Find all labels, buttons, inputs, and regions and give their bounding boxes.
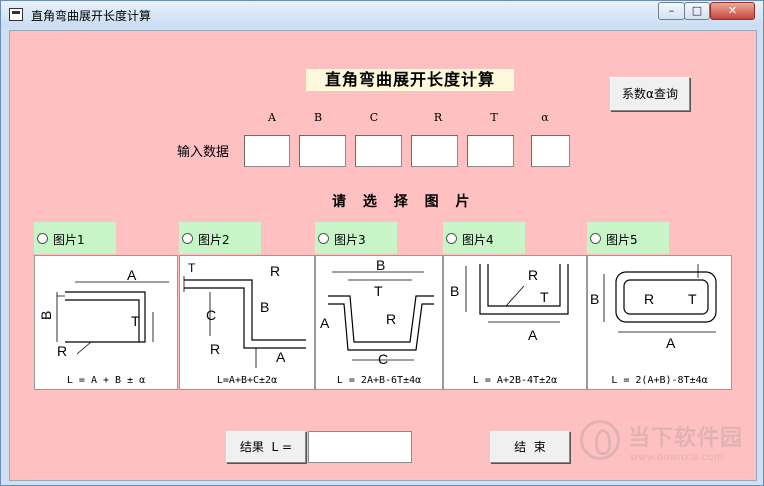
bend-diagram-4-icon: B R T A: [450, 264, 569, 343]
select-picture-heading: 请 选 择 图 片: [332, 194, 476, 210]
column-label-b: B: [313, 111, 323, 124]
bend-diagram-3-icon: B T R C A: [320, 257, 434, 367]
picture-3-diagram[interactable]: B T R C A L = 2A+B-6T±4α: [315, 255, 443, 390]
bend-diagram-1-icon: A B R T: [38, 267, 169, 359]
svg-text:T: T: [188, 261, 196, 275]
svg-text:B: B: [450, 283, 459, 299]
radio-circle-icon: [318, 233, 329, 244]
svg-text:R: R: [528, 267, 538, 283]
picture-5-diagram[interactable]: B R T A L = 2(A+B)-8T±4α: [587, 255, 732, 390]
svg-text:T: T: [131, 313, 140, 329]
svg-text:B: B: [590, 291, 599, 307]
picture-2-diagram[interactable]: R C R A B T L=A+B+C±2α: [179, 255, 315, 390]
window-title: 直角弯曲展开长度计算: [31, 9, 152, 23]
minimize-button[interactable]: –: [658, 2, 685, 20]
input-b[interactable]: [299, 135, 346, 167]
app-icon: [9, 8, 23, 21]
picture-5-formula: L = 2(A+B)-8T±4α: [611, 375, 708, 386]
picture-5-label: 图片5: [606, 233, 638, 247]
page-title: 直角弯曲展开长度计算: [306, 69, 514, 91]
input-r[interactable]: [411, 135, 458, 167]
input-t[interactable]: [467, 135, 514, 167]
column-label-r: R: [433, 111, 443, 124]
column-label-a: A: [268, 111, 276, 124]
picture-1-diagram[interactable]: A B R T L = A + B ± α: [34, 255, 178, 390]
watermark: 当下软件园 www.downxia.com: [580, 416, 750, 476]
radio-circle-icon: [446, 233, 457, 244]
calculate-result-button[interactable]: 结果 L =: [226, 431, 306, 463]
bend-diagram-5-icon: B R T A: [590, 264, 717, 351]
input-alpha[interactable]: [531, 135, 570, 167]
coefficient-query-button[interactable]: 系数α查询: [610, 77, 690, 111]
end-button[interactable]: 结 束: [490, 431, 570, 463]
svg-text:R: R: [386, 311, 396, 327]
input-a[interactable]: [244, 135, 290, 167]
input-c[interactable]: [355, 135, 402, 167]
picture-2-label: 图片2: [198, 233, 230, 247]
picture-1-radio[interactable]: 图片1: [34, 222, 116, 254]
svg-text:T: T: [374, 283, 383, 299]
picture-4-radio[interactable]: 图片4: [443, 222, 525, 254]
picture-2-radio[interactable]: 图片2: [179, 222, 261, 254]
svg-text:B: B: [38, 311, 54, 320]
picture-2-formula: L=A+B+C±2α: [216, 375, 278, 386]
picture-4-diagram[interactable]: B R T A L = A+2B-4T±2α: [443, 255, 587, 390]
close-button[interactable]: ✕: [710, 2, 755, 20]
svg-text:R: R: [644, 291, 654, 307]
picture-1-label: 图片1: [53, 233, 85, 247]
radio-circle-icon: [37, 233, 48, 244]
svg-text:C: C: [206, 307, 216, 323]
column-label-t: T: [490, 111, 498, 124]
svg-text:B: B: [260, 299, 269, 315]
picture-3-label: 图片3: [334, 233, 366, 247]
bend-diagram-2-icon: R C R A B T: [183, 261, 306, 368]
svg-text:T: T: [688, 291, 697, 307]
picture-1-formula: L = A + B ± α: [66, 375, 146, 386]
app-window: 直角弯曲展开长度计算 – □ ✕ 直角弯曲展开长度计算 系数α查询 A B C …: [0, 0, 764, 486]
svg-text:A: A: [666, 335, 676, 351]
watermark-brand: 当下软件园: [628, 426, 744, 451]
title-bar[interactable]: 直角弯曲展开长度计算 – □ ✕: [1, 1, 763, 28]
maximize-button[interactable]: □: [684, 2, 710, 20]
picture-4-formula: L = A+2B-4T±2α: [472, 375, 558, 386]
watermark-url: www.downxia.com: [630, 452, 724, 463]
svg-text:R: R: [270, 263, 280, 279]
picture-4-label: 图片4: [462, 233, 494, 247]
column-label-c: C: [369, 111, 379, 124]
svg-text:R: R: [57, 343, 67, 359]
input-data-label: 输入数据: [177, 145, 230, 160]
svg-text:A: A: [276, 349, 286, 365]
svg-text:B: B: [376, 257, 385, 273]
column-label-alpha: α: [541, 111, 549, 124]
result-output-field[interactable]: [308, 431, 412, 463]
picture-3-radio[interactable]: 图片3: [315, 222, 397, 254]
svg-text:R: R: [210, 341, 220, 357]
form-client-area: 直角弯曲展开长度计算 系数α查询 A B C R T α 输入数据 请 选 择 …: [9, 30, 757, 481]
svg-text:A: A: [320, 315, 330, 331]
svg-text:T: T: [540, 289, 549, 305]
svg-text:A: A: [127, 267, 137, 283]
picture-3-formula: L = 2A+B-6T±4α: [336, 375, 422, 386]
radio-circle-icon: [590, 233, 601, 244]
picture-5-radio[interactable]: 图片5: [587, 222, 669, 254]
watermark-logo-icon: [580, 420, 620, 460]
svg-text:A: A: [528, 327, 538, 343]
svg-text:C: C: [378, 351, 388, 367]
radio-circle-icon: [182, 233, 193, 244]
